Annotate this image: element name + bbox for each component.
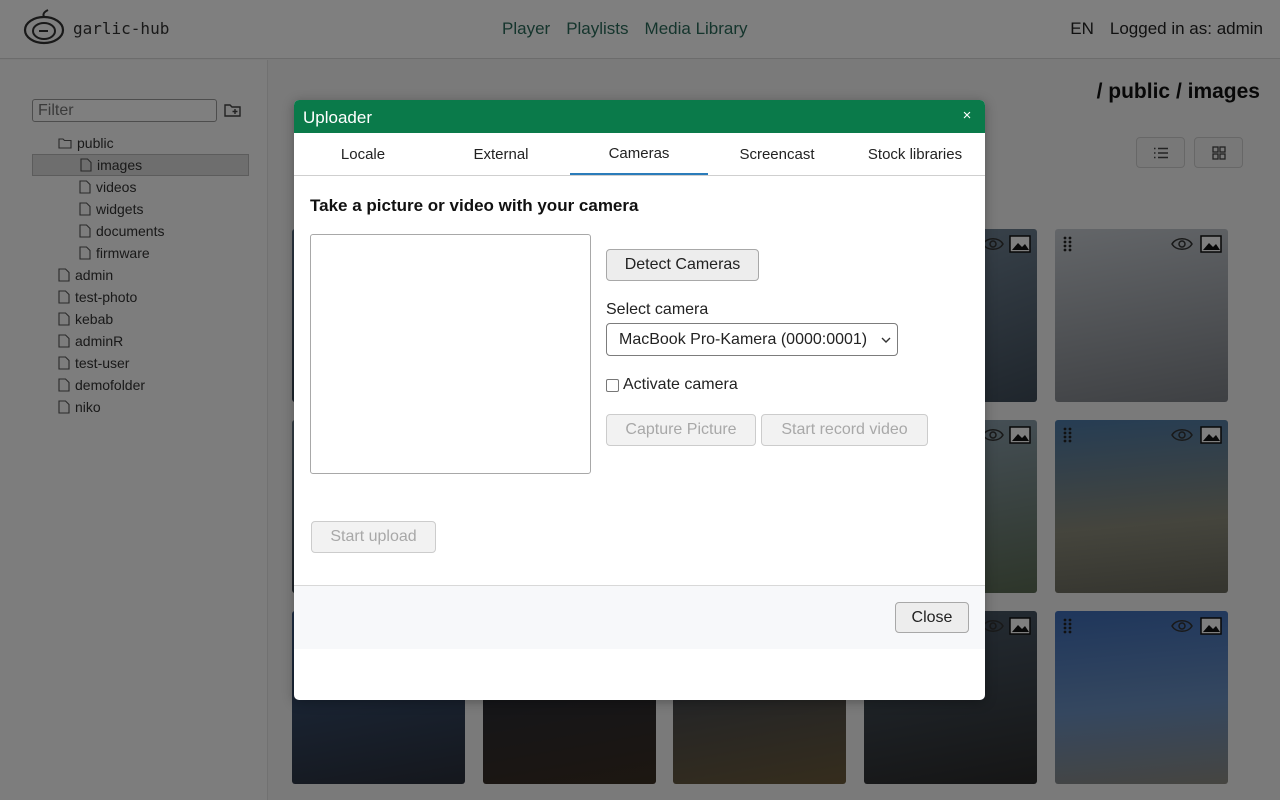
camera-heading: Take a picture or video with your camera — [310, 196, 639, 215]
capture-picture-button[interactable]: Capture Picture — [606, 414, 756, 446]
close-icon[interactable]: × — [960, 108, 974, 123]
detect-cameras-button[interactable]: Detect Cameras — [606, 249, 759, 281]
activate-camera-row[interactable]: Activate camera — [606, 376, 738, 394]
dialog-title: Uploader — [303, 108, 372, 127]
close-button[interactable]: Close — [895, 602, 969, 633]
tab-stock-libraries[interactable]: Stock libraries — [846, 133, 984, 175]
tab-external[interactable]: External — [432, 133, 570, 175]
tab-screencast[interactable]: Screencast — [708, 133, 846, 175]
activate-camera-checkbox[interactable] — [606, 378, 619, 392]
camera-preview — [310, 234, 591, 474]
dialog-header: Uploader × — [294, 100, 985, 133]
tab-cameras[interactable]: Cameras — [570, 133, 708, 175]
uploader-tabs: Locale External Cameras Screencast Stock… — [294, 133, 985, 176]
chevron-down-icon — [881, 337, 891, 343]
start-record-video-button[interactable]: Start record video — [761, 414, 928, 446]
select-camera-label: Select camera — [606, 301, 709, 318]
start-upload-button[interactable]: Start upload — [311, 521, 436, 553]
dialog-body: Take a picture or video with your camera… — [294, 176, 985, 585]
activate-camera-label: Activate camera — [623, 376, 738, 393]
dialog-footer: Close — [294, 585, 985, 649]
camera-select-value: MacBook Pro-Kamera (0000:0001) — [619, 330, 868, 348]
uploader-dialog: Uploader × Locale External Cameras Scree… — [294, 100, 985, 700]
tab-locale[interactable]: Locale — [294, 133, 432, 175]
camera-select[interactable]: MacBook Pro-Kamera (0000:0001) — [606, 323, 898, 356]
